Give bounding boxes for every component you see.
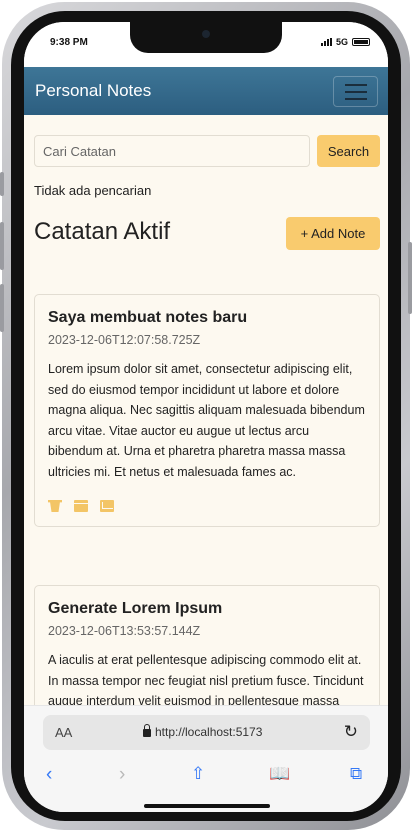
main-content: Search Tidak ada pencarian Catatan Aktif…	[24, 115, 388, 705]
power-button	[408, 242, 412, 314]
volume-down-button	[0, 284, 4, 332]
note-card: Generate Lorem Ipsum 2023-12-06T13:53:57…	[34, 585, 380, 705]
volume-up-button	[0, 222, 4, 270]
battery-icon	[352, 38, 370, 46]
menu-toggle-button[interactable]	[333, 76, 378, 107]
note-title[interactable]: Saya membuat notes baru	[48, 309, 366, 327]
add-note-button[interactable]: + Add Note	[286, 217, 380, 250]
status-time: 9:38 PM	[50, 37, 88, 48]
navbar-brand[interactable]: Personal Notes	[35, 81, 151, 101]
note-body: Lorem ipsum dolor sit amet, consectetur …	[48, 362, 365, 479]
search-input[interactable]	[34, 135, 310, 167]
tabs-icon[interactable]: ⧉	[350, 764, 362, 784]
notch	[130, 22, 282, 53]
browser-toolbar: AA http://localhost:5173 ↻ ‹ › ⇧ 📖 ⧉	[24, 705, 388, 812]
note-body: A iaculis at erat pellentesque adipiscin…	[48, 653, 364, 705]
forward-icon[interactable]: ›	[119, 764, 125, 786]
status-indicators: 5G	[320, 37, 370, 47]
search-form: Search	[34, 135, 380, 167]
search-button[interactable]: Search	[317, 135, 380, 167]
share-icon[interactable]: ⇧	[191, 764, 205, 784]
home-indicator	[144, 804, 270, 808]
trash-icon[interactable]	[48, 500, 62, 512]
screen: 9:38 PM 5G Personal Notes Search Tidak a…	[24, 22, 388, 812]
reload-icon[interactable]: ↻	[344, 722, 358, 742]
bookmarks-icon[interactable]: 📖	[269, 764, 290, 784]
hamburger-icon	[344, 83, 367, 86]
archive-icon[interactable]	[74, 500, 88, 512]
note-actions	[48, 500, 366, 512]
note-date: 2023-12-06T12:07:58.725Z	[48, 333, 201, 347]
text-size-button[interactable]: AA	[55, 725, 72, 740]
note-card: Saya membuat notes baru 2023-12-06T12:07…	[34, 294, 380, 527]
navbar: Personal Notes	[24, 67, 388, 115]
address-bar[interactable]: AA http://localhost:5173 ↻	[43, 715, 370, 750]
network-type: 5G	[335, 37, 348, 47]
url-display[interactable]: http://localhost:5173	[143, 724, 263, 739]
camera-icon	[202, 30, 210, 38]
note-date: 2023-12-06T13:53:57.144Z	[48, 624, 201, 638]
back-icon[interactable]: ‹	[46, 764, 52, 786]
signal-icon	[320, 38, 332, 46]
url-text: http://localhost:5173	[155, 725, 263, 739]
search-status-text: Tidak ada pencarian	[34, 183, 152, 198]
envelope-icon[interactable]	[100, 500, 114, 512]
browser-nav: ‹ › ⇧ 📖 ⧉	[24, 764, 388, 788]
section-title: Catatan Aktif	[34, 218, 171, 245]
status-bar: 9:38 PM 5G	[24, 22, 388, 67]
lock-icon	[143, 724, 151, 737]
note-title[interactable]: Generate Lorem Ipsum	[48, 600, 366, 618]
mute-switch	[0, 172, 4, 196]
